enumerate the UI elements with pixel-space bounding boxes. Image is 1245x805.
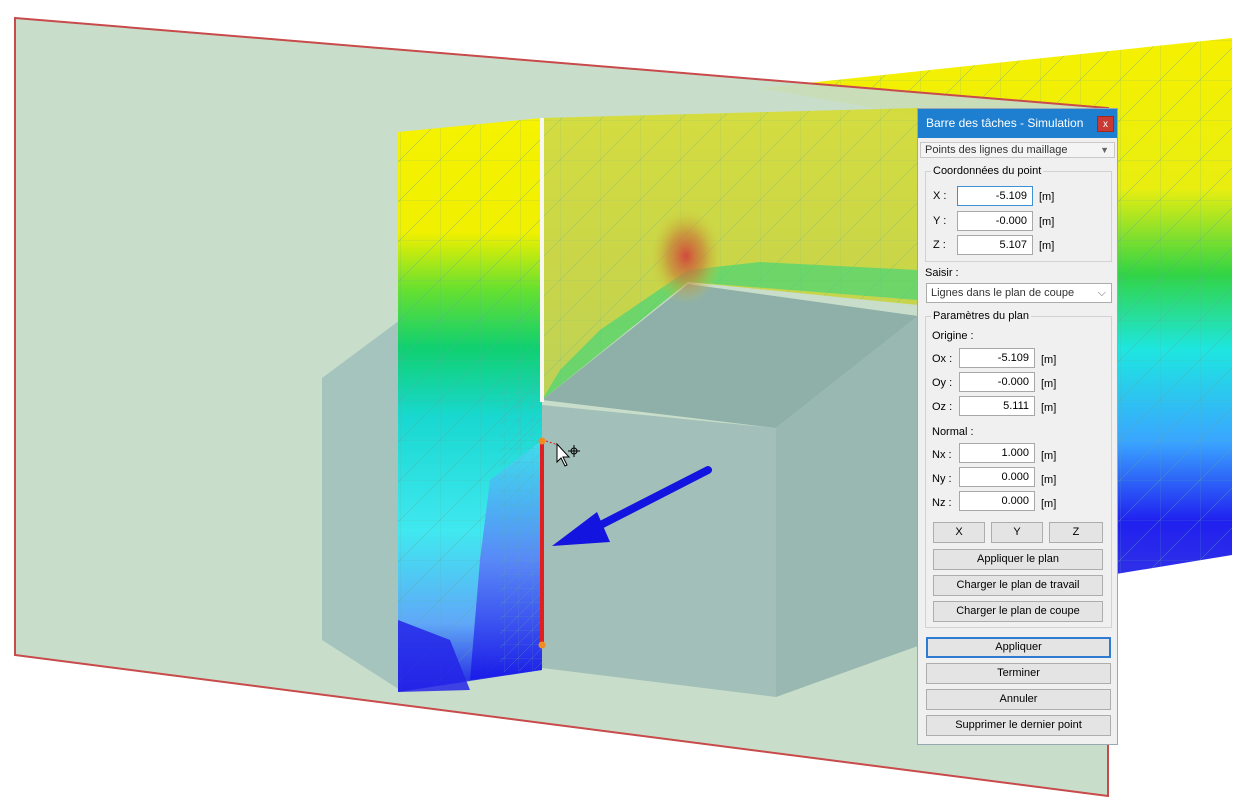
origin-z-input[interactable]: 5.111 xyxy=(959,396,1035,416)
saisir-label: Saisir : xyxy=(925,267,959,279)
normal-z-input[interactable]: 0.000 xyxy=(959,491,1035,511)
unit-label: [m] xyxy=(1041,378,1057,390)
unit-label: [m] xyxy=(1039,240,1055,252)
mode-dropdown[interactable]: Points des lignes du maillage ▼ xyxy=(920,142,1115,158)
line-start-point[interactable] xyxy=(538,437,546,445)
origin-x-input[interactable]: -5.109 xyxy=(959,348,1035,368)
y-label: Y : xyxy=(933,215,947,227)
z-label: Z : xyxy=(933,239,946,251)
unit-label: [m] xyxy=(1041,474,1057,486)
unit-label: [m] xyxy=(1041,498,1057,510)
normal-y-input[interactable]: 0.000 xyxy=(959,467,1035,487)
apply-button[interactable]: Appliquer xyxy=(926,637,1111,658)
unit-label: [m] xyxy=(1039,191,1055,203)
load-cut-plane-button[interactable]: Charger le plan de coupe xyxy=(933,601,1103,622)
hot-spot xyxy=(650,208,722,304)
oz-label: Oz : xyxy=(932,401,953,413)
oy-label: Oy : xyxy=(932,377,953,389)
load-work-plane-button[interactable]: Charger le plan de travail xyxy=(933,575,1103,596)
point-y-input[interactable]: -0.000 xyxy=(957,211,1033,231)
line-end-point[interactable] xyxy=(538,641,546,649)
origin-y-input[interactable]: -0.000 xyxy=(959,372,1035,392)
saisir-select[interactable]: Lignes dans le plan de coupe ⌵ xyxy=(926,283,1112,303)
unit-label: [m] xyxy=(1041,354,1057,366)
nx-label: Nx : xyxy=(932,449,952,461)
nz-label: Nz : xyxy=(932,497,952,509)
delete-last-point-button[interactable]: Supprimer le dernier point xyxy=(926,715,1111,736)
normal-label: Normal : xyxy=(932,426,974,438)
close-button[interactable]: x xyxy=(1097,116,1114,132)
normal-x-input[interactable]: 1.000 xyxy=(959,443,1035,463)
unit-label: [m] xyxy=(1039,216,1055,228)
ox-label: Ox : xyxy=(932,353,953,365)
triangle-down-icon: ▼ xyxy=(1100,145,1109,155)
mode-dropdown-value: Points des lignes du maillage xyxy=(925,144,1068,156)
ny-label: Ny : xyxy=(932,473,952,485)
panel-title[interactable]: Barre des tâches - Simulation xyxy=(918,109,1117,138)
building-front-face xyxy=(542,405,776,697)
building-left-face xyxy=(322,320,400,690)
point-coordinates-title: Coordonnées du point xyxy=(931,165,1044,177)
finish-button[interactable]: Terminer xyxy=(926,663,1111,684)
chevron-down-icon: ⌵ xyxy=(1097,287,1106,299)
plane-parameters-title: Paramètres du plan xyxy=(931,310,1031,322)
apply-plane-button[interactable]: Appliquer le plan xyxy=(933,549,1103,570)
point-z-input[interactable]: 5.107 xyxy=(957,235,1033,255)
x-label: X : xyxy=(933,190,947,202)
unit-label: [m] xyxy=(1041,402,1057,414)
cancel-button[interactable]: Annuler xyxy=(926,689,1111,710)
origin-label: Origine : xyxy=(932,330,974,342)
simulation-taskbar-panel: Barre des tâches - Simulation x Points d… xyxy=(917,108,1118,745)
unit-label: [m] xyxy=(1041,450,1057,462)
axis-y-button[interactable]: Y xyxy=(991,522,1043,543)
axis-z-button[interactable]: Z xyxy=(1049,522,1103,543)
point-x-input[interactable]: -5.109 xyxy=(957,186,1033,206)
axis-x-button[interactable]: X xyxy=(933,522,985,543)
saisir-select-value: Lignes dans le plan de coupe xyxy=(931,287,1075,299)
